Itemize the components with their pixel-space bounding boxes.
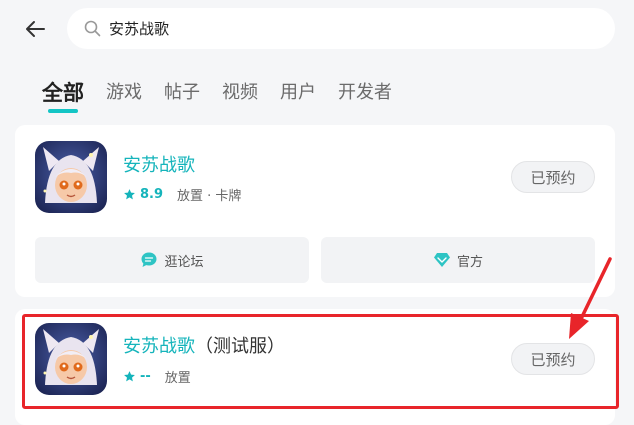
reserved-button[interactable]: 已预约	[511, 343, 595, 375]
forum-button-label: 逛论坛	[164, 254, 204, 270]
game-meta: -- 放置	[123, 367, 191, 386]
chat-bubble-icon	[141, 252, 157, 267]
forum-button[interactable]: 逛论坛	[35, 237, 309, 283]
official-button[interactable]: 官方	[321, 237, 595, 283]
game-result-card[interactable]: 安苏战歌（测试服） -- 放置 已预约	[15, 309, 615, 425]
back-button[interactable]	[20, 14, 50, 44]
tab-users[interactable]: 用户	[280, 80, 316, 106]
rating-score: --	[140, 369, 151, 384]
star-icon	[124, 371, 135, 382]
tab-videos[interactable]: 视频	[222, 80, 258, 106]
diamond-icon	[433, 253, 450, 267]
category-tabs: 全部 游戏 帖子 视频 用户 开发者	[42, 80, 414, 116]
search-icon	[83, 20, 101, 38]
reserved-button[interactable]: 已预约	[511, 161, 595, 193]
game-result-card[interactable]: 安苏战歌 8.9 放置 · 卡牌 已预约 逛论坛 官方	[15, 125, 615, 297]
game-icon[interactable]	[35, 323, 107, 395]
game-icon[interactable]	[35, 141, 107, 213]
game-title-text: 安苏战歌	[123, 336, 195, 357]
tab-posts[interactable]: 帖子	[164, 80, 200, 106]
game-title-suffix: （测试服）	[195, 336, 285, 357]
game-tags: 放置 · 卡牌	[177, 189, 242, 204]
game-title[interactable]: 安苏战歌（测试服）	[123, 332, 285, 358]
tab-all[interactable]: 全部	[42, 80, 84, 113]
game-tags: 放置	[164, 371, 191, 386]
star-icon	[124, 189, 135, 200]
back-arrow-icon	[26, 21, 45, 37]
tab-developers[interactable]: 开发者	[338, 80, 392, 106]
game-title-text: 安苏战歌	[123, 155, 195, 176]
search-input[interactable]	[109, 19, 569, 38]
search-bar[interactable]	[67, 8, 615, 49]
official-button-label: 官方	[456, 254, 483, 270]
game-meta: 8.9 放置 · 卡牌	[123, 185, 241, 204]
rating-score: 8.9	[140, 187, 164, 202]
game-title[interactable]: 安苏战歌	[123, 151, 195, 177]
tab-games[interactable]: 游戏	[106, 80, 142, 106]
